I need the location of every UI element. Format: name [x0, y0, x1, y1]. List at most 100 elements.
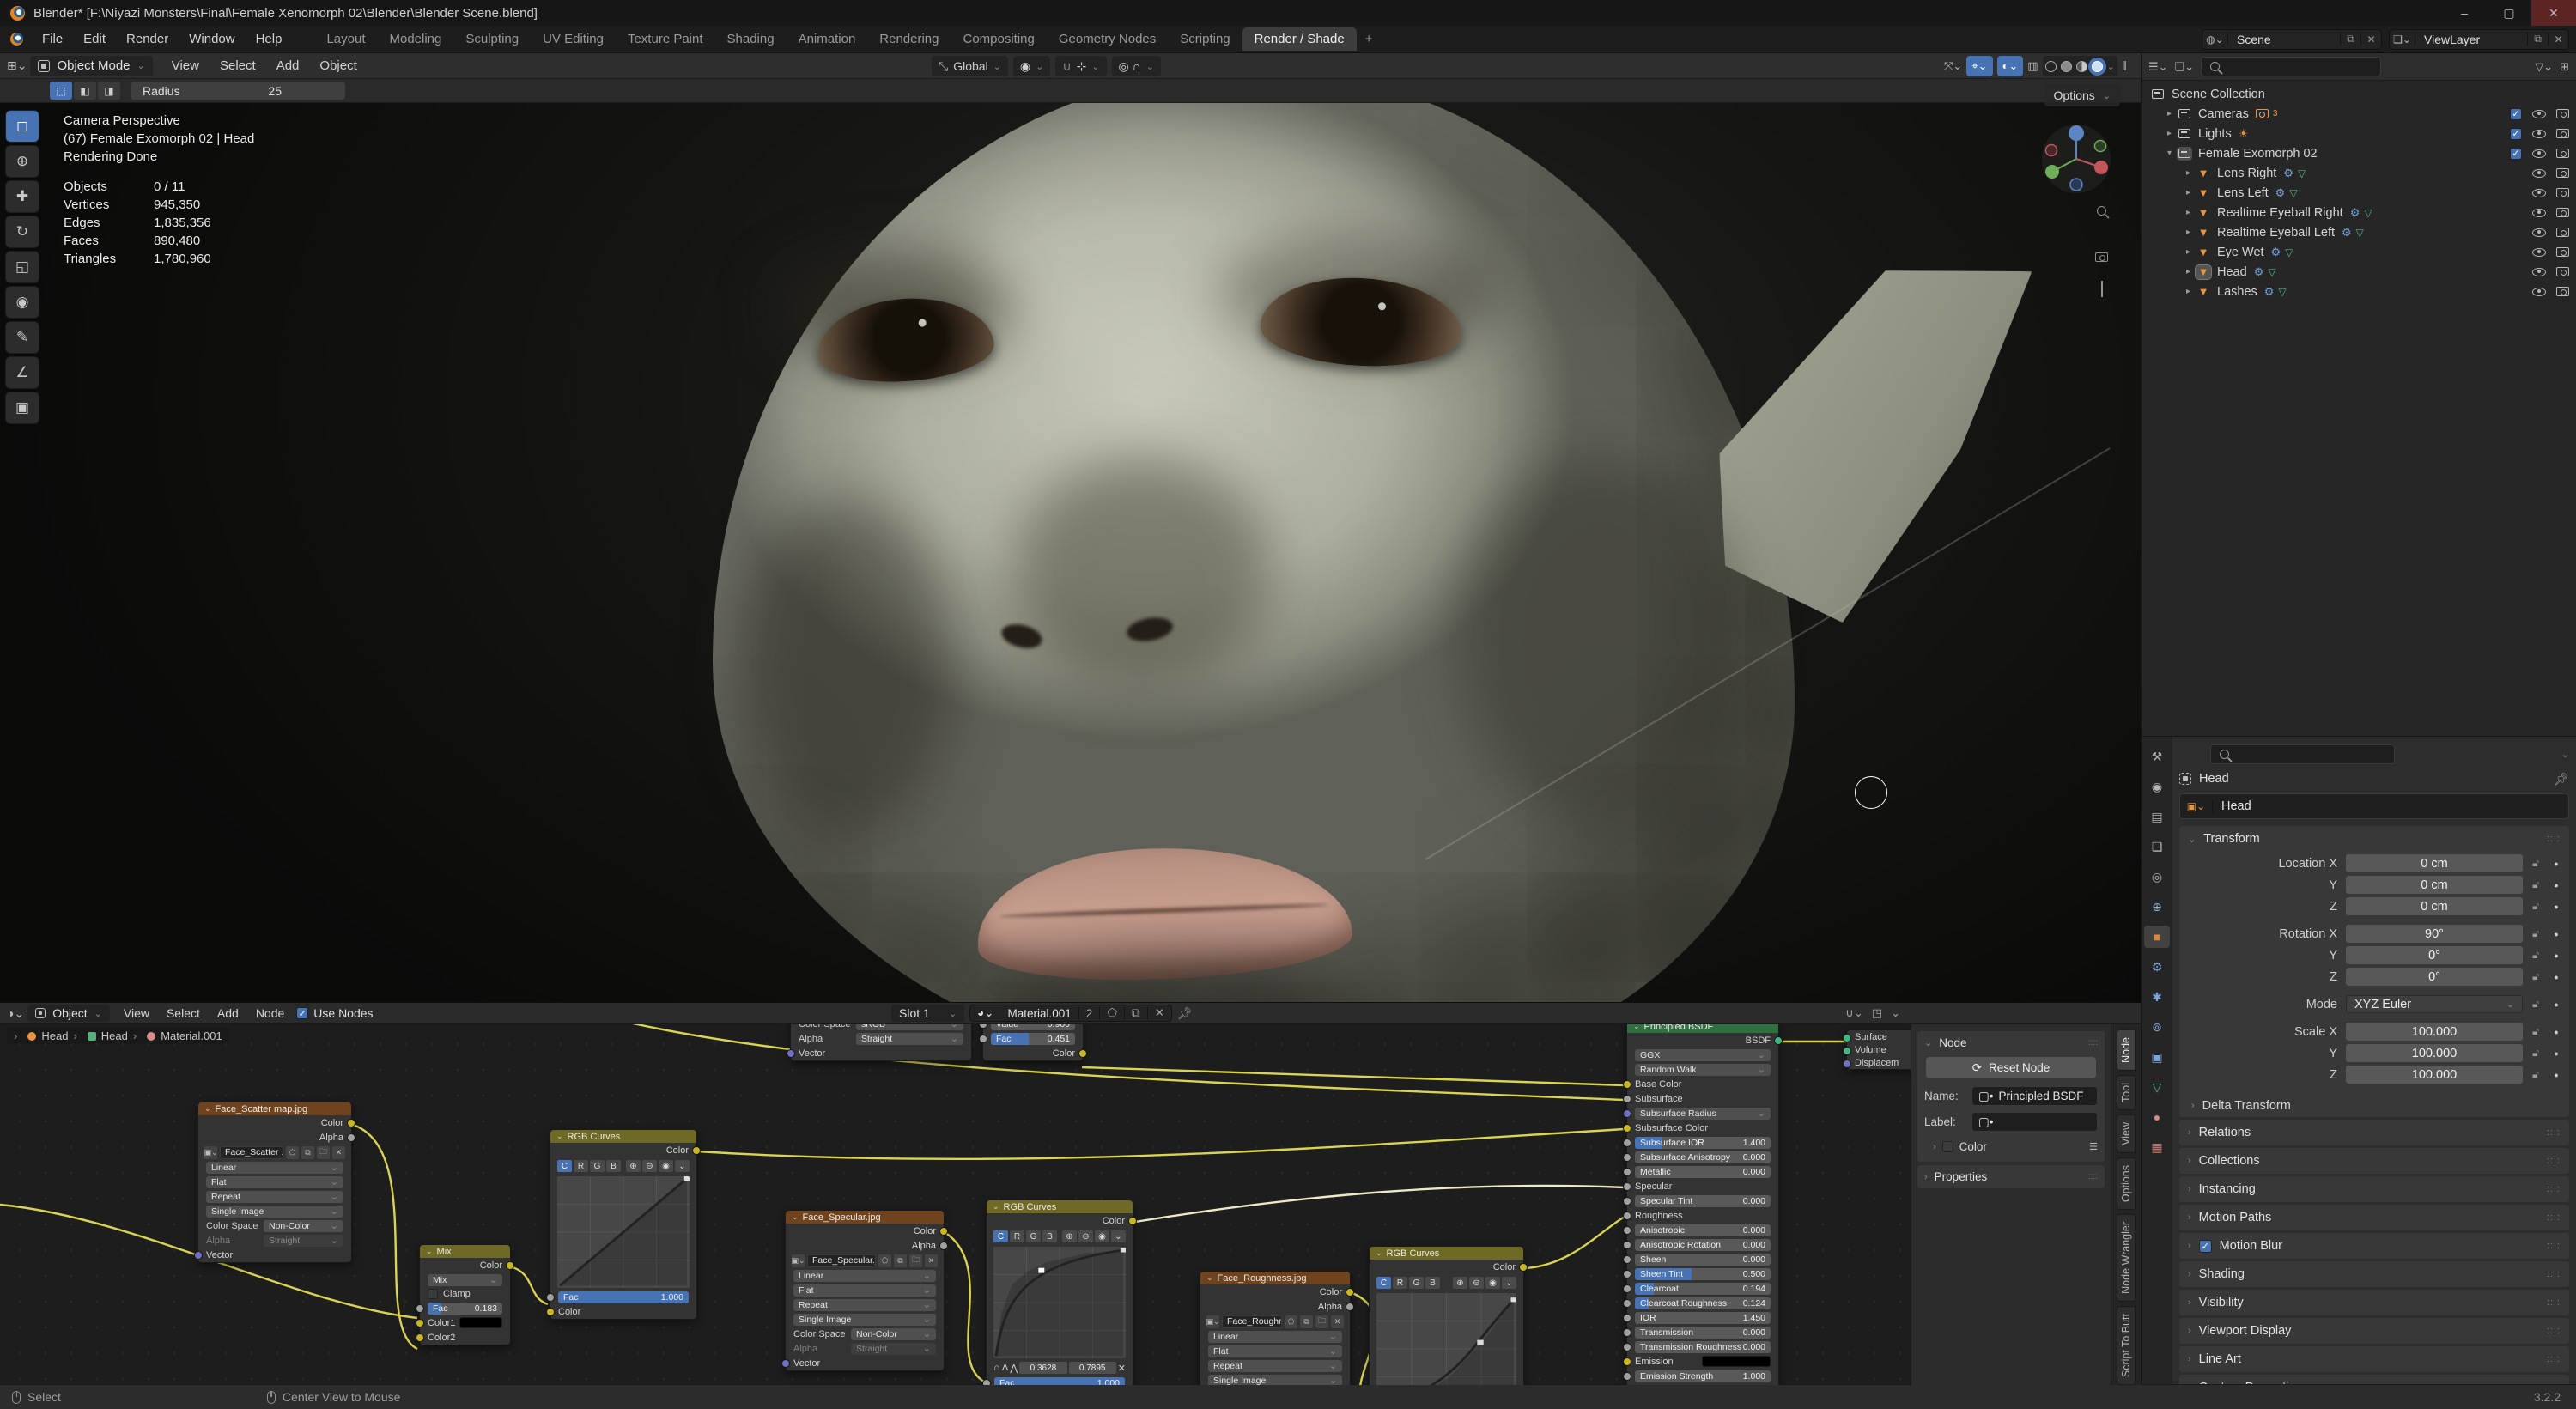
workspace-tab[interactable]: Modeling [378, 27, 454, 51]
zoom-in-icon[interactable]: ⊕ [1062, 1230, 1077, 1242]
object-name-field[interactable]: ▣⌄ Head [2179, 793, 2569, 819]
drag-handle-icon[interactable]: :::: [2547, 1212, 2561, 1223]
add-workspace-button[interactable]: + [1357, 32, 1382, 46]
expand-arrow[interactable]: ▸ [2162, 129, 2177, 138]
property-panel[interactable]: › ✓ Viewport Display :::: [2179, 1318, 2569, 1344]
disable-render-icon[interactable] [2556, 208, 2569, 217]
fake-user-shield-icon[interactable]: ⬠ [1099, 1006, 1124, 1020]
viewlayer-selector[interactable]: ❏⌄ ViewLayer ⧉ ✕ [2389, 29, 2569, 50]
input-socket[interactable] [1623, 1095, 1631, 1103]
tweak-select-tool[interactable]: ◻ [5, 110, 39, 143]
image-icon[interactable]: ▣⌄ [204, 1146, 217, 1159]
drag-handle-icon[interactable]: :::: [2547, 1241, 2561, 1251]
outliner-row[interactable]: ▼ Scene Collection 3 ☀ ⚙▽ ✓ [2142, 84, 2576, 104]
shading-xray-icon[interactable]: ▥ [2027, 59, 2038, 73]
zoom-in-icon[interactable]: ⊕ [1453, 1277, 1467, 1289]
transform-value-field[interactable]: 0 cm [2346, 876, 2523, 894]
expand-arrow[interactable]: ▸ [2181, 267, 2196, 276]
workspace-tab[interactable]: Sculpting [453, 27, 531, 51]
breadcrumb[interactable]: Material.001 [133, 1029, 222, 1042]
animate-dot-icon[interactable]: ● [2549, 930, 2564, 938]
node-canvas[interactable]: HeadHeadMaterial.001 Color SpacesRGB⌄Alp… [0, 1024, 1911, 1385]
select-extend-icon[interactable]: ◧ [74, 82, 96, 100]
node-panel-header[interactable]: ⌄Node:::: [1924, 1036, 2098, 1049]
animate-dot-icon[interactable]: ● [2549, 881, 2564, 890]
node-value-partial[interactable]: Value0.900 Fac0.451 Color [982, 1024, 1084, 1061]
workspace-tab[interactable]: Layout [314, 27, 377, 51]
lock-icon[interactable]: 🔓︎ [2523, 1068, 2549, 1081]
property-panel[interactable]: › ✓ Motion Blur :::: [2179, 1233, 2569, 1259]
exclude-checkbox[interactable]: ✓ [2510, 108, 2522, 120]
wireframe-shading-icon[interactable] [2045, 61, 2057, 72]
node-header[interactable]: ⌄Face_Scatter map.jpg [198, 1102, 351, 1115]
disable-render-icon[interactable] [2556, 228, 2569, 237]
sidebar-tab[interactable]: Node Wrangler [2117, 1214, 2136, 1302]
cursor-tool[interactable]: ⊕ [5, 145, 39, 178]
fake-user-shield-icon[interactable]: ⬠ [286, 1146, 299, 1159]
properties-subpanel[interactable]: ›Properties:::: [1924, 1170, 2098, 1183]
property-panel[interactable]: › ✓ Instancing :::: [2179, 1176, 2569, 1202]
outliner-row[interactable]: ▸ ▼ Head 3 ☀ ⚙▽ ✓ [2142, 262, 2576, 282]
node-mix[interactable]: ⌄Mix Color Mix⌄ Clamp Fac0.183 Color1 Co… [419, 1244, 511, 1345]
copy-icon[interactable]: ⧉ [1300, 1315, 1313, 1328]
hide-viewport-icon[interactable] [2532, 110, 2546, 118]
animate-dot-icon[interactable]: ● [2549, 1049, 2564, 1058]
workspace-tab[interactable]: Compositing [951, 27, 1047, 51]
transform-value-field[interactable]: 0° [2346, 968, 2523, 986]
outliner-row[interactable]: ▸ ▼ Realtime Eyeball Left 3 ☀ ⚙▽ ✓ [2142, 222, 2576, 242]
outliner-row[interactable]: ▸ ▼ Lights 3 ☀ ⚙▽ ✓ [2142, 124, 2576, 143]
drag-handle-icon[interactable]: :::: [2547, 1297, 2561, 1308]
expand-arrow[interactable]: ▸ [2181, 208, 2196, 217]
disable-render-icon[interactable] [2556, 267, 2569, 276]
menu-item[interactable]: File [32, 28, 73, 50]
modifier-icon[interactable]: ⚙ [2254, 265, 2264, 279]
drag-handle-icon[interactable]: :::: [2547, 1184, 2561, 1194]
maximize-button[interactable]: ▢ [2487, 0, 2531, 26]
disable-render-icon[interactable] [2556, 149, 2569, 158]
snap-magnet-icon[interactable]: ∪⌄ [1845, 1006, 1862, 1020]
pivot-dropdown[interactable]: ◉⌄ [1013, 56, 1050, 76]
image-name-field[interactable]: Face_Roughness.... [1222, 1315, 1282, 1328]
curve-options-icon[interactable]: ⌄ [675, 1160, 690, 1172]
copy-icon[interactable]: ⧉ [301, 1146, 314, 1159]
workspace-tab[interactable]: Rendering [867, 27, 951, 51]
output[interactable]: ▤ [2144, 805, 2170, 828]
unlink-scene-button[interactable]: ✕ [2360, 33, 2381, 46]
constraints[interactable]: ▣ [2144, 1046, 2170, 1068]
mesh-data-icon[interactable]: ▽ [2268, 266, 2275, 278]
property-panel[interactable]: › ✓ Custom Properties :::: [2179, 1375, 2569, 1384]
point-y-field[interactable]: 0.7895 [1069, 1362, 1116, 1374]
animate-dot-icon[interactable]: ● [2549, 973, 2564, 981]
viewport-3d[interactable]: ⊞⌄ Object Mode⌄ ViewSelectAddObject ⤡Glo… [0, 53, 2141, 1002]
shader-editor-icon[interactable]: ◑⌄ [7, 1006, 24, 1021]
clamp-checkbox[interactable] [428, 1289, 438, 1299]
unlink-icon[interactable]: ✕ [332, 1146, 345, 1159]
workspace-tab[interactable]: Animation [787, 27, 868, 51]
color-checkbox[interactable] [1942, 1141, 1953, 1152]
color-output-socket[interactable] [347, 1119, 355, 1127]
node-label-field[interactable]: ▢• [1971, 1112, 2098, 1132]
expand-arrow[interactable]: ▸ [2181, 247, 2196, 257]
outliner-row[interactable]: ▸ ▼ Eye Wet 3 ☀ ⚙▽ ✓ [2142, 242, 2576, 262]
material-name-field[interactable]: Material.001 [1001, 1007, 1078, 1020]
blender-menu-icon[interactable] [10, 33, 23, 46]
render[interactable]: ◉ [2144, 775, 2170, 798]
unlink-icon[interactable]: ✕ [1331, 1315, 1344, 1328]
rotation-mode-dropdown[interactable]: XYZ Euler⌄ [2346, 995, 2523, 1013]
channel-c[interactable]: C [557, 1160, 572, 1172]
display-mode-icon[interactable]: ☰⌄ [2148, 60, 2168, 74]
transform-value-field[interactable]: 0 cm [2346, 897, 2523, 915]
shader-menu-item[interactable]: Node [247, 1006, 293, 1020]
drag-handle-icon[interactable]: :::: [2088, 1172, 2098, 1181]
mode-dropdown[interactable]: Object Mode⌄ [30, 56, 152, 76]
unlink-icon[interactable]: ✕ [925, 1254, 938, 1267]
delete-point-icon[interactable]: ✕ [1118, 1363, 1126, 1374]
texture[interactable]: ▦ [2144, 1136, 2170, 1158]
rendered-shading-icon[interactable] [2092, 61, 2103, 72]
filter-id-icon[interactable]: ❏⌄ [2175, 60, 2195, 74]
sidebar-tab[interactable]: View [2117, 1114, 2136, 1153]
add-cube-tool[interactable]: ▣ [5, 392, 39, 424]
workspace-tab[interactable]: Geometry Nodes [1047, 27, 1168, 51]
input-socket[interactable] [1623, 1314, 1631, 1322]
input-socket[interactable] [1623, 1299, 1631, 1308]
